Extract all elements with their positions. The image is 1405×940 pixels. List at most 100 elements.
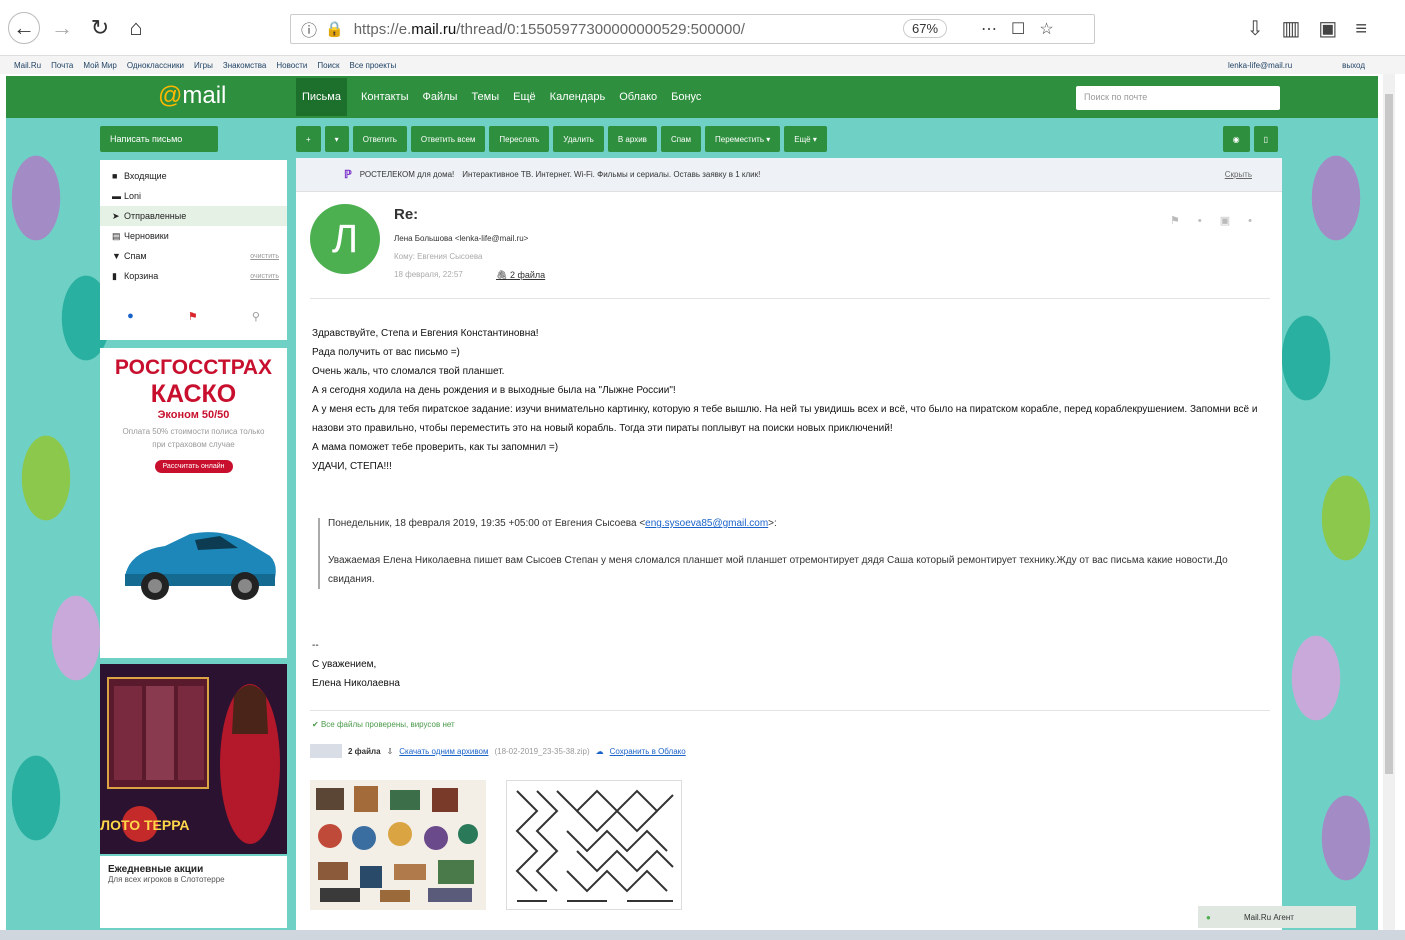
new-dropdown-button[interactable]: ▾ [324, 126, 349, 152]
bookmark-item[interactable]: Новости [276, 61, 307, 70]
reply-all-button[interactable]: Ответить всем [410, 126, 486, 152]
ad-banner-casino[interactable]: СЛОТО ТЕРРА [100, 664, 287, 854]
print-icon[interactable]: ▯ [1253, 126, 1278, 152]
bookmark-item[interactable]: Поиск [317, 61, 339, 70]
folder-list: ■ Входящие ▬ Loni ➤ Отправленные ▤ Черновики… [100, 160, 287, 340]
attachments-count: 2 файла [348, 746, 381, 756]
save-to-cloud-link[interactable]: Сохранить в Облако [610, 747, 686, 756]
body-line: А я сегодня ходила на день рождения и в … [312, 385, 676, 396]
virus-scan-status: ✔ Все файлы проверены, вирусов нет [312, 720, 455, 729]
clear-spam-link[interactable]: очистить [250, 253, 279, 260]
message-to[interactable]: Кому: Евгения Сысоева [394, 252, 483, 261]
divider [310, 710, 1270, 711]
spam-button[interactable]: Спам [660, 126, 701, 152]
casino-image: СЛОТО ТЕРРА [100, 664, 287, 854]
folder-custom[interactable]: ▬ Loni [100, 186, 287, 206]
logout-link[interactable]: выход [1342, 61, 1365, 70]
casino-subtitle: Для всех игроков в Слототерре [108, 875, 225, 884]
message-actions-icons[interactable]: ⚑•▣• [1170, 214, 1270, 227]
nav-cloud[interactable]: Облако [619, 91, 657, 103]
ad-cta-button[interactable]: Рассчитать онлайн [154, 460, 233, 473]
nav-contacts[interactable]: Контакты [361, 91, 409, 103]
bookmark-item[interactable]: Мой Мир [83, 61, 116, 70]
nav-bonus[interactable]: Бонус [671, 91, 701, 103]
nav-letters[interactable]: Письма [296, 78, 347, 116]
more-button[interactable]: Ещё ▾ [784, 126, 827, 152]
attachments-row: 2 файла ⇩ Скачать одним архивом (18-02-2… [310, 744, 686, 758]
mail-logo[interactable]: @mail [158, 82, 226, 110]
casino-logo: СЛОТО ТЕРРА [100, 817, 189, 833]
bookmark-item[interactable]: Почта [51, 61, 73, 70]
main-nav: Письма Контакты Файлы Темы Ещё Календарь… [296, 76, 701, 118]
nav-themes[interactable]: Темы [471, 91, 499, 103]
compose-button[interactable]: Написать письмо [100, 126, 218, 152]
sent-icon: ➤ [112, 210, 120, 221]
move-button[interactable]: Переместить ▾ [705, 126, 781, 152]
home-icon[interactable]: ⌂ [120, 12, 152, 44]
page-scrollbar[interactable] [1383, 74, 1395, 930]
folder-inbox[interactable]: ■ Входящие [100, 166, 287, 186]
forward-button[interactable]: Переслать [489, 126, 550, 152]
clear-trash-link[interactable]: очистить [250, 273, 279, 280]
signature: -- С уважением, Елена Николаевна [312, 640, 400, 689]
message-from[interactable]: Лена Большова <lenka-life@mail.ru> [394, 234, 528, 243]
ad-plan: Эконом 50/50 [157, 409, 230, 421]
quote-email-link[interactable]: eng.sysoeva85@gmail.com [645, 518, 768, 529]
quote-header: Понедельник, 18 февраля 2019, 19:35 +05:… [328, 518, 777, 529]
page-actions-icon[interactable]: ⋯☐☆ [981, 19, 1068, 39]
folder-icon: ▬ [112, 191, 121, 201]
mail-search-input[interactable]: Поиск по почте [1076, 86, 1280, 110]
forward-icon[interactable]: → [46, 12, 78, 44]
bookmark-item[interactable]: Знакомства [223, 61, 267, 70]
zoom-indicator[interactable]: 67% [903, 19, 948, 38]
drafts-icon: ▤ [112, 230, 121, 241]
casino-caption[interactable]: Ежедневные акции Для всех игроков в Слот… [100, 856, 287, 928]
attach-icon[interactable]: ⚲ [252, 310, 260, 323]
reload-icon[interactable]: ↻ [84, 12, 116, 44]
bookmark-item[interactable]: Все проекты [350, 61, 397, 70]
message-header: Л Re: Лена Большова <lenka-life@mail.ru>… [310, 204, 1270, 290]
promo-hide-link[interactable]: Скрыть [1225, 170, 1252, 179]
info-icon[interactable]: ⓘ [301, 17, 317, 41]
body-line: Очень жаль, что сломался твой планшет. [312, 366, 505, 377]
files-link[interactable]: 🖇 2 файла [496, 270, 545, 281]
body-line: Здравствуйте, Степа и Евгения Константин… [312, 328, 539, 339]
folder-spam[interactable]: ▼ Спам очистить [100, 246, 287, 266]
nav-more[interactable]: Ещё [513, 91, 536, 103]
download-archive-link[interactable]: Скачать одним архивом [399, 747, 488, 756]
ad-brand: РОСГОССТРАХ [114, 356, 273, 379]
browser-menu-icons[interactable]: ⇩▥▣≡ [1247, 16, 1385, 41]
promo-bar[interactable]: ℙ РОСТЕЛЕКОМ для дома! Интерактивное ТВ.… [296, 158, 1282, 192]
nav-calendar[interactable]: Календарь [550, 91, 606, 103]
url-text: https://e.mail.ru/thread/0:1550597730000… [353, 20, 745, 38]
casino-title: Ежедневные акции [108, 864, 204, 875]
attachment-pirates-image[interactable] [310, 780, 486, 910]
promo-advertiser: РОСТЕЛЕКОМ для дома! [359, 170, 455, 179]
theme-icon[interactable]: ◉ [1222, 126, 1250, 152]
folder-trash[interactable]: ▮ Корзина очистить [100, 266, 287, 286]
attachments-thumbs-icon [310, 744, 342, 758]
scrollbar-thumb[interactable] [1385, 94, 1393, 774]
flag-icon[interactable]: ⚑ [188, 310, 198, 323]
bookmarks-bar: Mail.Ru Почта Мой Мир Одноклассники Игры… [0, 56, 1405, 74]
avatar: Л [310, 204, 380, 274]
address-bar[interactable]: ⓘ 🔒 https://e.mail.ru/thread/0:155059773… [290, 14, 1095, 44]
paperclip-icon: 🖇 [496, 270, 508, 280]
folder-sent[interactable]: ➤ Отправленные [100, 206, 287, 226]
archive-button[interactable]: В архив [607, 126, 657, 152]
trash-icon: ▮ [112, 270, 117, 281]
new-button[interactable]: + [296, 126, 321, 152]
bookmark-item[interactable]: Игры [194, 61, 213, 70]
account-email[interactable]: lenka-life@mail.ru [1228, 61, 1292, 70]
dot-icon[interactable]: ● [127, 310, 134, 323]
folder-drafts[interactable]: ▤ Черновики [100, 226, 287, 246]
bookmark-item[interactable]: Mail.Ru [14, 61, 41, 70]
bookmark-item[interactable]: Одноклассники [127, 61, 184, 70]
nav-files[interactable]: Файлы [422, 91, 457, 103]
ad-banner-insurance[interactable]: РОСГОССТРАХ КАСКО Эконом 50/50 Оплата 50… [100, 348, 287, 658]
mail-agent-widget[interactable]: ● Mail.Ru Агент [1198, 906, 1356, 928]
reply-button[interactable]: Ответить [352, 126, 407, 152]
attachment-maze-image[interactable] [506, 780, 682, 910]
back-icon[interactable]: ← [8, 12, 40, 44]
delete-button[interactable]: Удалить [553, 126, 604, 152]
